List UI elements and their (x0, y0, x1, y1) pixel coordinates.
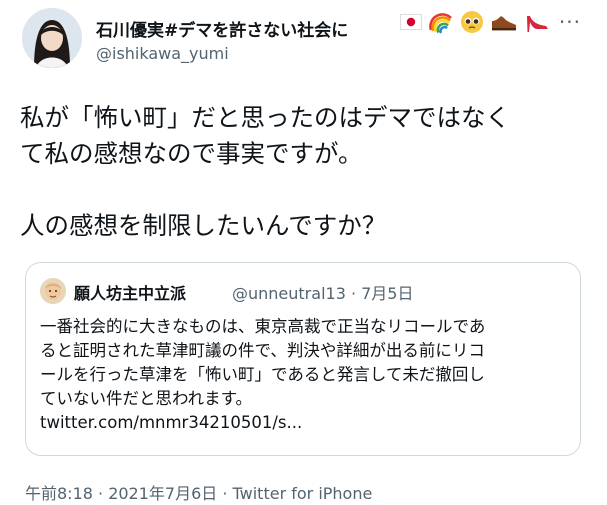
quoted-author-handle-date[interactable]: @unneutral13 · 7月5日 (232, 280, 414, 304)
quoted-line: 一番社会的に大きなものは、東京高裁で正当なリコールであ (40, 317, 486, 336)
tweet-line: 私が「怖い町」だと思ったのはデマではなく (20, 103, 510, 132)
author-display-name[interactable]: 石川優実#デマを許さない社会に (96, 16, 348, 41)
japan-flag-icon (400, 14, 422, 34)
quoted-line: ると証明された草津町議の件で、判決や詳細が出る前にリコ (40, 341, 485, 360)
high-heel-icon (524, 10, 550, 38)
tweet-line: て私の感想なので事実ですが。 (20, 139, 363, 168)
mens-shoe-icon (490, 12, 518, 36)
display-name-emojis (400, 10, 550, 38)
author-avatar[interactable] (22, 8, 82, 68)
quoted-author-name[interactable]: 願人坊主中立派 (74, 280, 186, 304)
tweet-text: 私が「怖い町」だと思ったのはデマではなく て私の感想なので事実ですが。 人の感想… (20, 100, 595, 244)
pleading-face-icon (460, 10, 484, 38)
quoted-author-avatar[interactable] (40, 278, 66, 304)
tweet-timestamp-source[interactable]: 午前8:18 · 2021年7月6日 · Twitter for iPhone (25, 480, 372, 504)
quoted-link[interactable]: twitter.com/mnmr34210501/s... (40, 411, 568, 435)
quoted-tweet-card[interactable]: 願人坊主中立派 @unneutral13 · 7月5日 一番社会的に大きなものは… (25, 262, 581, 456)
tweet-line: 人の感想を制限したいんですか？ (20, 211, 387, 240)
quoted-line: ていない件だと思われます。 (40, 389, 253, 408)
author-handle[interactable]: @ishikawa_yumi (96, 44, 229, 63)
more-options-icon[interactable]: ··· (559, 10, 581, 34)
rainbow-icon (428, 10, 454, 38)
quoted-line: ールを行った草津を「怖い町」であると発言して未だ撤回し (40, 365, 485, 384)
quoted-tweet-text: 一番社会的に大きなものは、東京高裁で正当なリコールであ ると証明された草津町議の… (40, 315, 568, 435)
